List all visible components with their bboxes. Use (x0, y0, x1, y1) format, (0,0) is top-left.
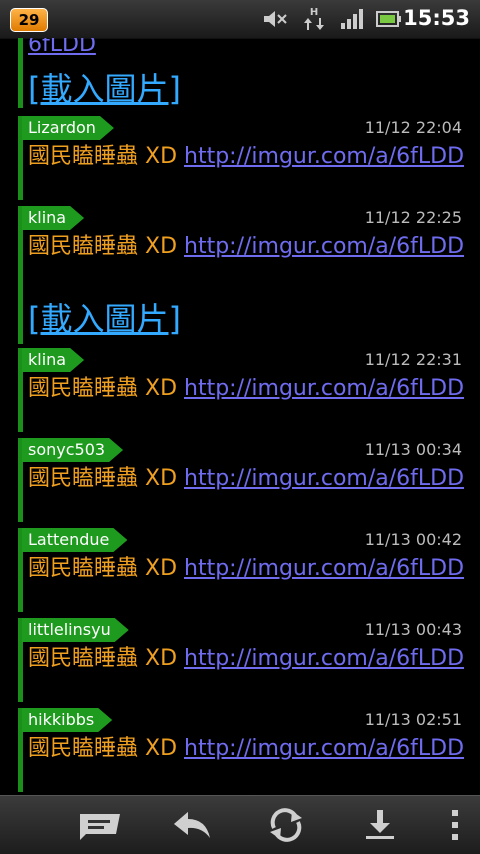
compose-icon[interactable] (76, 808, 124, 842)
comment-item: hikkibbs 11/13 02:51 國民瞌睡蟲 XD http://img… (0, 708, 480, 796)
comment-text: 國民瞌睡蟲 XD http://imgur.com/a/6fLDD (28, 466, 465, 491)
timestamp: 11/13 00:42 (364, 530, 462, 549)
data-activity-icon: H (304, 7, 324, 30)
clock: 15:53 (403, 6, 470, 30)
comment-text: 國民瞌睡蟲 XD http://imgur.com/a/6fLDD (28, 144, 465, 169)
username-tag[interactable]: sonyc503 (22, 438, 123, 462)
image-link[interactable]: http://imgur.com/a/6fLDD (184, 556, 464, 581)
image-link[interactable]: http://imgur.com/a/6fLDD (184, 234, 464, 259)
notification-badge[interactable]: 29 (10, 8, 48, 32)
timestamp: 11/13 02:51 (364, 710, 462, 729)
load-image-link[interactable]: [載入圖片] (28, 64, 181, 110)
partial-link-line: 6fLDD (28, 38, 468, 59)
username-tag[interactable]: klina (22, 206, 84, 230)
reply-icon[interactable] (168, 808, 216, 842)
status-bar: 29 H 15:53 (0, 0, 480, 39)
username-tag[interactable]: klina (22, 348, 84, 372)
comment-text: 國民瞌睡蟲 XD http://imgur.com/a/6fLDD (28, 556, 465, 581)
image-link[interactable]: http://imgur.com/a/6fLDD (184, 144, 464, 169)
timestamp: 11/12 22:31 (364, 350, 462, 369)
thread-line (18, 38, 23, 108)
image-link[interactable]: http://imgur.com/a/6fLDD (184, 736, 464, 761)
image-link[interactable]: http://imgur.com/a/6fLDD (184, 376, 464, 401)
refresh-icon[interactable] (262, 808, 310, 842)
load-image-link[interactable]: [載入圖片] (28, 294, 181, 340)
comment-item: klina 11/12 22:25 國民瞌睡蟲 XD http://imgur.… (0, 206, 480, 344)
download-icon[interactable] (356, 808, 404, 842)
bottom-action-bar (0, 795, 480, 854)
link[interactable]: 6fLDD (28, 38, 96, 57)
comment-list[interactable]: 6fLDD [載入圖片] Lizardon 11/12 22:04 國民瞌睡蟲 … (0, 38, 480, 796)
comment-item: Lizardon 11/12 22:04 國民瞌睡蟲 XD http://img… (0, 116, 480, 204)
timestamp: 11/12 22:25 (364, 208, 462, 227)
username-tag[interactable]: Lizardon (22, 116, 114, 140)
image-link[interactable]: http://imgur.com/a/6fLDD (184, 646, 464, 671)
comment-text: 國民瞌睡蟲 XD http://imgur.com/a/6fLDD (28, 234, 465, 259)
username-tag[interactable]: littlelinsyu (22, 618, 129, 642)
comment-item: Lattendue 11/13 00:42 國民瞌睡蟲 XD http://im… (0, 528, 480, 616)
username-tag[interactable]: Lattendue (22, 528, 127, 552)
comment-item: littlelinsyu 11/13 00:43 國民瞌睡蟲 XD http:/… (0, 618, 480, 706)
overflow-menu-icon[interactable] (430, 808, 478, 842)
timestamp: 11/13 00:34 (364, 440, 462, 459)
comment-text: 國民瞌睡蟲 XD http://imgur.com/a/6fLDD (28, 646, 465, 671)
image-link[interactable]: http://imgur.com/a/6fLDD (184, 466, 464, 491)
signal-icon (341, 9, 363, 29)
battery-icon (376, 11, 401, 27)
comment-item: sonyc503 11/13 00:34 國民瞌睡蟲 XD http://img… (0, 438, 480, 526)
svg-text:H: H (310, 7, 318, 18)
comment-text: 國民瞌睡蟲 XD http://imgur.com/a/6fLDD (28, 736, 465, 761)
comment-item: klina 11/12 22:31 國民瞌睡蟲 XD http://imgur.… (0, 348, 480, 436)
timestamp: 11/12 22:04 (364, 118, 462, 137)
username-tag[interactable]: hikkibbs (22, 708, 112, 732)
timestamp: 11/13 00:43 (364, 620, 462, 639)
mute-icon (264, 11, 287, 27)
comment-text: 國民瞌睡蟲 XD http://imgur.com/a/6fLDD (28, 376, 465, 401)
